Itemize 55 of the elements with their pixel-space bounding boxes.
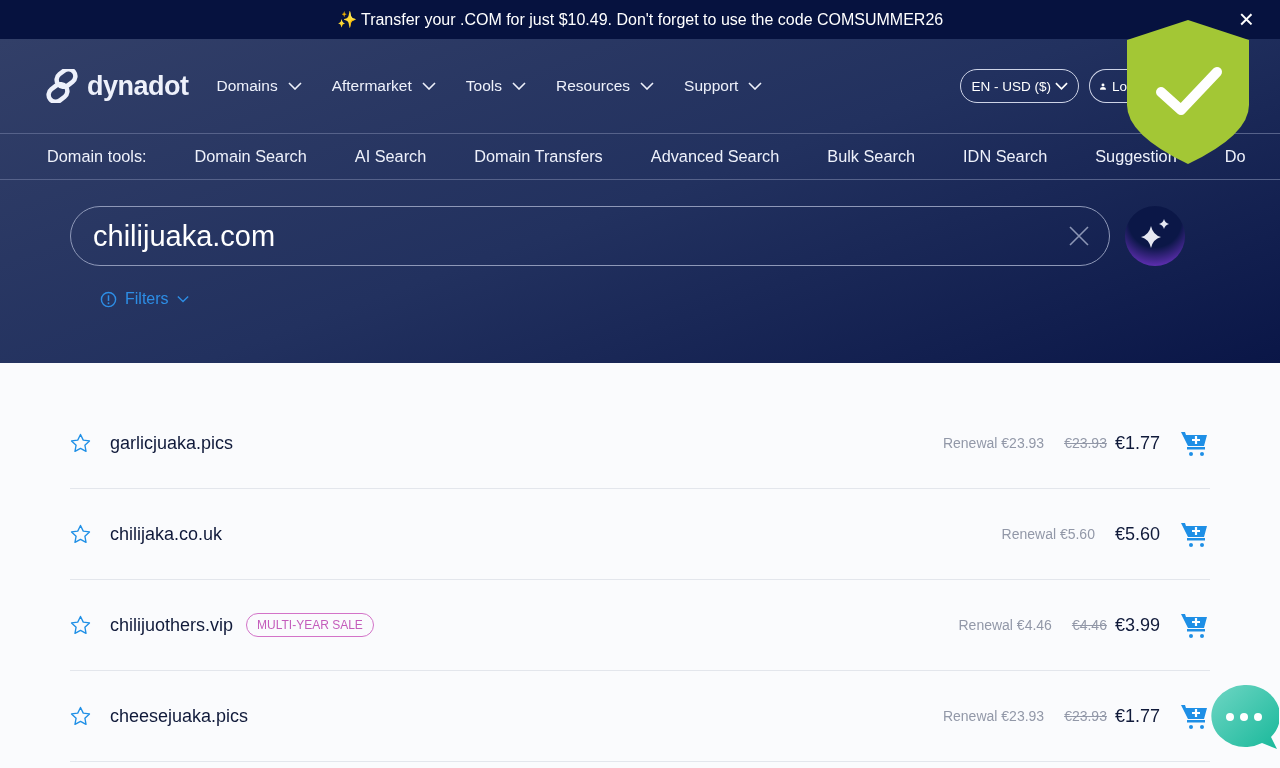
renewal-price: Renewal €4.46 bbox=[958, 617, 1052, 633]
promo-text: ✨ Transfer your .COM for just $10.49. Don't forget to use the code COMSUMMER26 bbox=[336, 10, 944, 29]
domain-name[interactable]: cheesejuaka.pics bbox=[110, 705, 249, 727]
clear-icon[interactable] bbox=[1069, 226, 1089, 246]
price: €1.77 bbox=[1114, 432, 1160, 454]
chevron-down-icon bbox=[287, 82, 302, 90]
search-input[interactable]: chilijuaka.com bbox=[91, 218, 1069, 254]
original-price: €23.93 bbox=[1064, 708, 1107, 724]
chat-button[interactable] bbox=[1209, 684, 1279, 750]
logo[interactable]: dynadot bbox=[45, 69, 189, 103]
favorite-star-icon[interactable] bbox=[70, 523, 91, 545]
favorite-star-icon[interactable] bbox=[70, 614, 91, 636]
chevron-down-icon bbox=[176, 295, 189, 303]
chevron-down-icon bbox=[511, 82, 526, 90]
add-to-cart-icon[interactable] bbox=[1180, 429, 1208, 457]
info-icon bbox=[100, 290, 117, 308]
chevron-down-icon bbox=[421, 82, 436, 90]
favorite-star-icon[interactable] bbox=[70, 432, 91, 454]
add-to-cart-icon[interactable] bbox=[1180, 520, 1208, 548]
domain-tool-link[interactable]: Suggestion bbox=[1095, 147, 1177, 166]
ai-search-button[interactable] bbox=[1125, 206, 1185, 266]
domain-tool-link[interactable]: IDN Search bbox=[963, 147, 1048, 166]
renewal-price: Renewal €5.60 bbox=[1001, 526, 1095, 542]
price: €5.60 bbox=[1114, 523, 1160, 545]
logo-icon bbox=[45, 69, 79, 103]
filters-toggle[interactable]: Filters bbox=[100, 290, 189, 308]
domain-tools-label: Domain tools: bbox=[47, 147, 147, 166]
original-price: €23.93 bbox=[1064, 435, 1107, 451]
domain-name[interactable]: chilijuothers.vip bbox=[110, 614, 234, 636]
domain-name[interactable]: chilijaka.co.uk bbox=[110, 523, 223, 545]
domain-name[interactable]: garlicjuaka.pics bbox=[110, 432, 234, 454]
domain-tool-link[interactable]: Bulk Search bbox=[827, 147, 916, 166]
domain-tool-link[interactable]: Domain Transfers bbox=[474, 147, 603, 166]
nav-menu[interactable]: Domains bbox=[216, 77, 302, 95]
domain-tool-link[interactable]: AI Search bbox=[354, 147, 427, 166]
close-button[interactable]: × bbox=[1238, 6, 1254, 32]
nav-menu[interactable]: Tools bbox=[465, 77, 526, 95]
language-currency-button[interactable]: EN - USD ($) bbox=[960, 69, 1079, 103]
domain-tool-link[interactable]: Do bbox=[1224, 147, 1246, 166]
price: €3.99 bbox=[1114, 614, 1160, 636]
favorite-star-icon[interactable] bbox=[70, 705, 91, 727]
chevron-down-icon bbox=[1055, 82, 1068, 90]
chevron-down-icon bbox=[640, 82, 655, 90]
renewal-price: Renewal €23.93 bbox=[942, 708, 1045, 724]
original-price: €4.46 bbox=[1071, 617, 1107, 633]
add-to-cart-icon[interactable] bbox=[1180, 611, 1208, 639]
add-to-cart-icon[interactable] bbox=[1180, 702, 1208, 730]
nav-menu[interactable]: Resources bbox=[555, 77, 655, 95]
price: €1.77 bbox=[1114, 705, 1160, 727]
domain-tool-link[interactable]: Domain Search bbox=[194, 147, 307, 166]
nav-menu[interactable]: Support bbox=[684, 77, 763, 95]
nav-menu[interactable]: Aftermarket bbox=[331, 77, 436, 95]
domain-tool-link[interactable]: Advanced Search bbox=[650, 147, 780, 166]
renewal-price: Renewal €23.93 bbox=[942, 435, 1045, 451]
chevron-down-icon bbox=[748, 82, 763, 90]
